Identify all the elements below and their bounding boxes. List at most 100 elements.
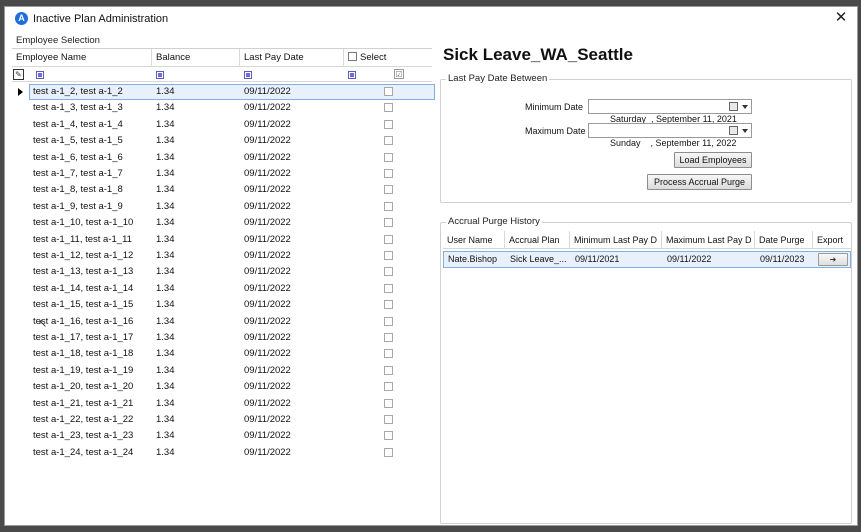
select-checkbox[interactable] — [384, 333, 393, 342]
select-checkbox[interactable] — [384, 283, 393, 293]
select-checkbox[interactable] — [384, 431, 393, 441]
row-indicator[interactable] — [12, 445, 29, 461]
calendar-icon[interactable] — [729, 102, 738, 111]
maximum-date-picker[interactable]: Sunday , September 11, 2022 — [588, 123, 752, 148]
row-indicator[interactable] — [12, 412, 29, 428]
column-header-date-purge[interactable]: Date Purge — [755, 231, 813, 249]
export-button[interactable]: ➜ — [818, 253, 848, 266]
close-icon: ✕ — [834, 9, 848, 26]
column-header-last-pay-date[interactable]: Last Pay Date — [240, 49, 344, 67]
row-indicator[interactable] — [12, 363, 29, 379]
select-checkbox[interactable] — [384, 169, 393, 178]
table-row[interactable]: test a-1_10, test a-1_10 1.34 09/11/2022 — [12, 215, 432, 231]
row-indicator[interactable] — [12, 182, 29, 198]
chevron-down-icon[interactable] — [742, 105, 748, 109]
select-checkbox[interactable] — [384, 152, 393, 162]
row-indicator[interactable] — [12, 100, 29, 116]
process-accrual-purge-button[interactable]: Process Accrual Purge — [647, 174, 752, 190]
calendar-icon[interactable] — [729, 126, 738, 135]
load-employees-button[interactable]: Load Employees — [674, 152, 752, 168]
column-header-employee-name[interactable]: Employee Name — [12, 49, 152, 67]
table-row[interactable]: test a-1_14, test a-1_14 1.34 09/11/2022 — [12, 281, 432, 297]
select-checkbox[interactable] — [384, 119, 393, 129]
table-row[interactable]: test a-1_9, test a-1_9 1.34 09/11/2022 — [12, 199, 432, 215]
column-header-user-name[interactable]: User Name — [443, 231, 505, 249]
row-indicator[interactable] — [12, 199, 29, 215]
table-row[interactable]: test a-1_4, test a-1_4 1.34 09/11/2022 — [12, 117, 432, 133]
column-header-accrual-plan[interactable]: Accrual Plan — [505, 231, 570, 249]
table-row[interactable]: test a-1_19, test a-1_19 1.34 09/11/2022 — [12, 363, 432, 379]
select-checkbox[interactable] — [384, 87, 393, 96]
filter-select-icon[interactable] — [348, 71, 356, 79]
table-row[interactable]: test a-1_5, test a-1_5 1.34 09/11/2022 — [12, 133, 432, 149]
select-checkbox[interactable] — [384, 300, 393, 310]
select-checkbox[interactable] — [384, 201, 393, 211]
edit-icon[interactable]: ✎ — [13, 69, 24, 80]
select-checkbox[interactable] — [384, 234, 393, 244]
row-indicator[interactable] — [12, 396, 29, 412]
column-header-minimum-last-pay[interactable]: Minimum Last Pay D — [570, 231, 662, 249]
select-checkbox[interactable] — [384, 447, 393, 457]
row-indicator[interactable] — [12, 379, 29, 395]
select-checkbox[interactable] — [384, 398, 393, 408]
table-row[interactable]: test a-1_2, test a-1_2 1.34 09/11/2022 — [12, 84, 435, 100]
row-indicator[interactable] — [12, 330, 29, 346]
table-row[interactable]: test a-1_16, test a-1_16 1.34 09/11/2022 — [12, 314, 432, 330]
select-checkbox[interactable] — [384, 365, 393, 375]
balance-cell: 1.34 — [156, 446, 175, 458]
filter-name-icon[interactable] — [36, 71, 44, 79]
table-row[interactable]: test a-1_12, test a-1_12 1.34 09/11/2022 — [12, 248, 432, 264]
row-indicator[interactable] — [12, 84, 29, 100]
table-row[interactable]: test a-1_21, test a-1_21 1.34 09/11/2022 — [12, 396, 432, 412]
column-header-export[interactable]: Export — [813, 231, 851, 249]
select-checkbox[interactable] — [384, 267, 393, 277]
table-row[interactable]: test a-1_7, test a-1_7 1.34 09/11/2022 — [12, 166, 432, 182]
row-indicator[interactable] — [12, 428, 29, 444]
table-row[interactable]: test a-1_22, test a-1_22 1.34 09/11/2022 — [12, 412, 432, 428]
table-row[interactable]: test a-1_24, test a-1_24 1.34 09/11/2022 — [12, 445, 432, 461]
chevron-down-icon[interactable] — [742, 129, 748, 133]
select-checkbox[interactable] — [384, 136, 393, 146]
filter-date-icon[interactable] — [244, 71, 252, 79]
table-row[interactable]: test a-1_15, test a-1_15 1.34 09/11/2022 — [12, 297, 432, 313]
row-indicator[interactable] — [12, 248, 29, 264]
select-checkbox[interactable] — [384, 415, 393, 424]
filter-check-icon[interactable]: ☑ — [394, 69, 404, 79]
row-indicator[interactable] — [12, 297, 29, 313]
minimum-date-picker[interactable]: Saturday , September 11, 2021 — [588, 99, 752, 124]
row-indicator[interactable] — [12, 346, 29, 362]
select-checkbox[interactable] — [384, 382, 393, 392]
table-row[interactable]: test a-1_3, test a-1_3 1.34 09/11/2022 — [12, 100, 432, 116]
row-indicator[interactable] — [12, 232, 29, 248]
table-row[interactable]: test a-1_6, test a-1_6 1.34 09/11/2022 — [12, 150, 432, 166]
select-checkbox[interactable] — [384, 185, 393, 195]
close-button[interactable]: ✕ — [833, 9, 849, 27]
table-row[interactable]: test a-1_11, test a-1_11 1.34 09/11/2022 — [12, 232, 432, 248]
select-checkbox[interactable] — [384, 316, 393, 326]
select-checkbox[interactable] — [384, 103, 393, 113]
row-indicator[interactable] — [12, 133, 29, 149]
select-checkbox[interactable] — [384, 349, 393, 359]
filter-balance-icon[interactable] — [156, 71, 164, 79]
history-date-purge: 09/11/2023 — [760, 254, 805, 264]
table-row[interactable]: test a-1_20, test a-1_20 1.34 09/11/2022 — [12, 379, 432, 395]
row-indicator[interactable] — [12, 150, 29, 166]
column-header-select[interactable]: Select — [344, 49, 432, 67]
table-row[interactable]: test a-1_13, test a-1_13 1.34 09/11/2022 — [12, 264, 432, 280]
history-row[interactable]: Nate.Bishop Sick Leave_... 09/11/2021 09… — [443, 251, 851, 268]
table-row[interactable]: test a-1_23, test a-1_23 1.34 09/11/2022 — [12, 428, 432, 444]
row-indicator[interactable] — [12, 166, 29, 182]
select-checkbox[interactable] — [384, 251, 393, 260]
table-row[interactable]: test a-1_18, test a-1_18 1.34 09/11/2022 — [12, 346, 432, 362]
row-indicator[interactable] — [12, 281, 29, 297]
row-indicator[interactable] — [12, 264, 29, 280]
select-checkbox[interactable] — [384, 218, 393, 228]
row-indicator[interactable] — [12, 314, 29, 330]
table-row[interactable]: test a-1_8, test a-1_8 1.34 09/11/2022 — [12, 182, 432, 198]
column-header-maximum-last-pay[interactable]: Maximum Last Pay D — [662, 231, 755, 249]
select-all-checkbox[interactable] — [348, 52, 357, 61]
table-row[interactable]: test a-1_17, test a-1_17 1.34 09/11/2022 — [12, 330, 432, 346]
row-indicator[interactable] — [12, 215, 29, 231]
row-indicator[interactable] — [12, 117, 29, 133]
column-header-balance[interactable]: Balance — [152, 49, 240, 67]
